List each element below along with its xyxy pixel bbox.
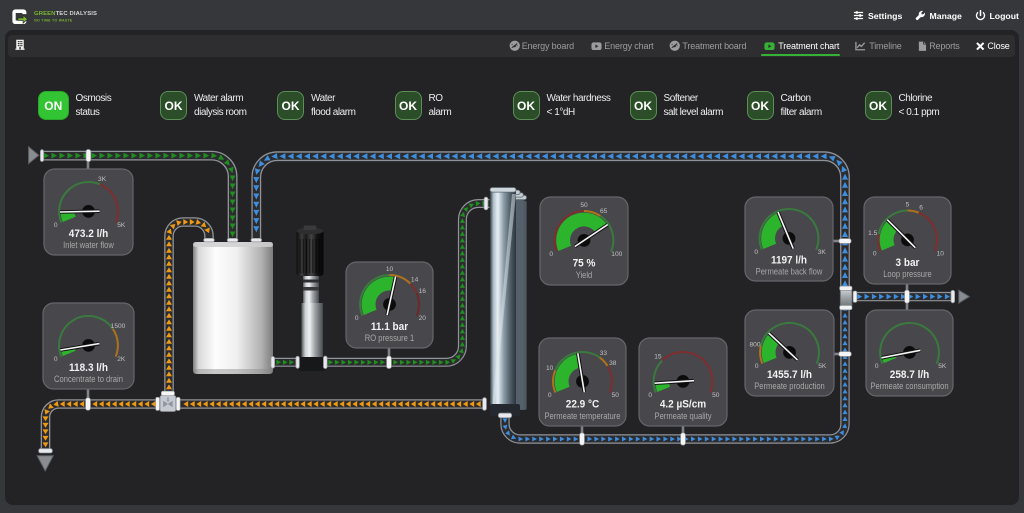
svg-text:Loop pressure: Loop pressure — [883, 269, 932, 280]
svg-text:50: 50 — [580, 202, 588, 209]
svg-text:100: 100 — [611, 251, 622, 258]
svg-text:473.2 l/h: 473.2 l/h — [69, 228, 109, 240]
svg-text:0: 0 — [548, 392, 552, 399]
svg-text:2K: 2K — [117, 356, 126, 363]
svg-text:38: 38 — [609, 360, 617, 367]
svg-text:10: 10 — [546, 365, 554, 372]
svg-text:1.5: 1.5 — [868, 230, 877, 237]
svg-text:5K: 5K — [938, 363, 947, 370]
svg-text:1455.7 l/h: 1455.7 l/h — [767, 369, 812, 381]
svg-text:5K: 5K — [117, 222, 126, 229]
svg-text:800: 800 — [749, 341, 760, 348]
svg-text:50: 50 — [612, 392, 620, 399]
svg-text:0: 0 — [873, 251, 877, 258]
svg-text:5: 5 — [906, 202, 910, 209]
svg-text:RO pressure 1: RO pressure 1 — [365, 333, 414, 344]
svg-text:16: 16 — [419, 288, 427, 295]
svg-text:4.2 µS/cm: 4.2 µS/cm — [660, 399, 706, 411]
svg-text:75 %: 75 % — [573, 258, 596, 270]
svg-text:Inlet water flow: Inlet water flow — [63, 240, 114, 251]
svg-text:Permeate consumption: Permeate consumption — [870, 381, 948, 392]
svg-text:3 bar: 3 bar — [896, 257, 921, 269]
svg-text:5K: 5K — [818, 363, 827, 370]
svg-text:10: 10 — [386, 266, 394, 273]
svg-text:118.3 l/h: 118.3 l/h — [69, 362, 108, 374]
svg-text:1197 l/h: 1197 l/h — [771, 255, 807, 267]
svg-text:6: 6 — [919, 204, 923, 211]
svg-text:20: 20 — [419, 315, 427, 322]
svg-text:15: 15 — [654, 354, 662, 361]
svg-text:Permeate quality: Permeate quality — [655, 411, 712, 422]
svg-text:NO TIME TO WASTE: NO TIME TO WASTE — [34, 18, 73, 22]
svg-text:33: 33 — [600, 350, 608, 357]
svg-text:Concentrate to drain: Concentrate to drain — [54, 374, 123, 385]
svg-text:11.1 bar: 11.1 bar — [371, 321, 409, 333]
svg-text:10: 10 — [937, 251, 945, 258]
svg-text:0: 0 — [755, 363, 759, 370]
svg-text:22.9 °C: 22.9 °C — [566, 399, 600, 411]
svg-text:Permeate temperature: Permeate temperature — [544, 411, 620, 422]
svg-text:50: 50 — [712, 392, 720, 399]
svg-text:0: 0 — [875, 363, 879, 370]
svg-text:Permeate back flow: Permeate back flow — [756, 267, 823, 278]
svg-text:3K: 3K — [98, 176, 107, 183]
svg-text:65: 65 — [600, 208, 608, 215]
svg-text:0: 0 — [355, 315, 359, 322]
svg-text:14: 14 — [411, 277, 419, 284]
svg-text:0: 0 — [54, 356, 58, 363]
svg-text:Permeate production: Permeate production — [754, 381, 825, 392]
svg-text:0: 0 — [754, 249, 758, 256]
svg-text:GREENTEC DIALYSIS: GREENTEC DIALYSIS — [34, 11, 97, 17]
svg-text:0: 0 — [54, 222, 58, 229]
svg-text:0: 0 — [648, 392, 652, 399]
svg-text:Yield: Yield — [576, 270, 593, 281]
svg-text:258.7 l/h: 258.7 l/h — [890, 369, 930, 381]
svg-text:3K: 3K — [818, 249, 827, 256]
svg-text:0: 0 — [549, 251, 553, 258]
svg-text:1500: 1500 — [111, 323, 126, 330]
